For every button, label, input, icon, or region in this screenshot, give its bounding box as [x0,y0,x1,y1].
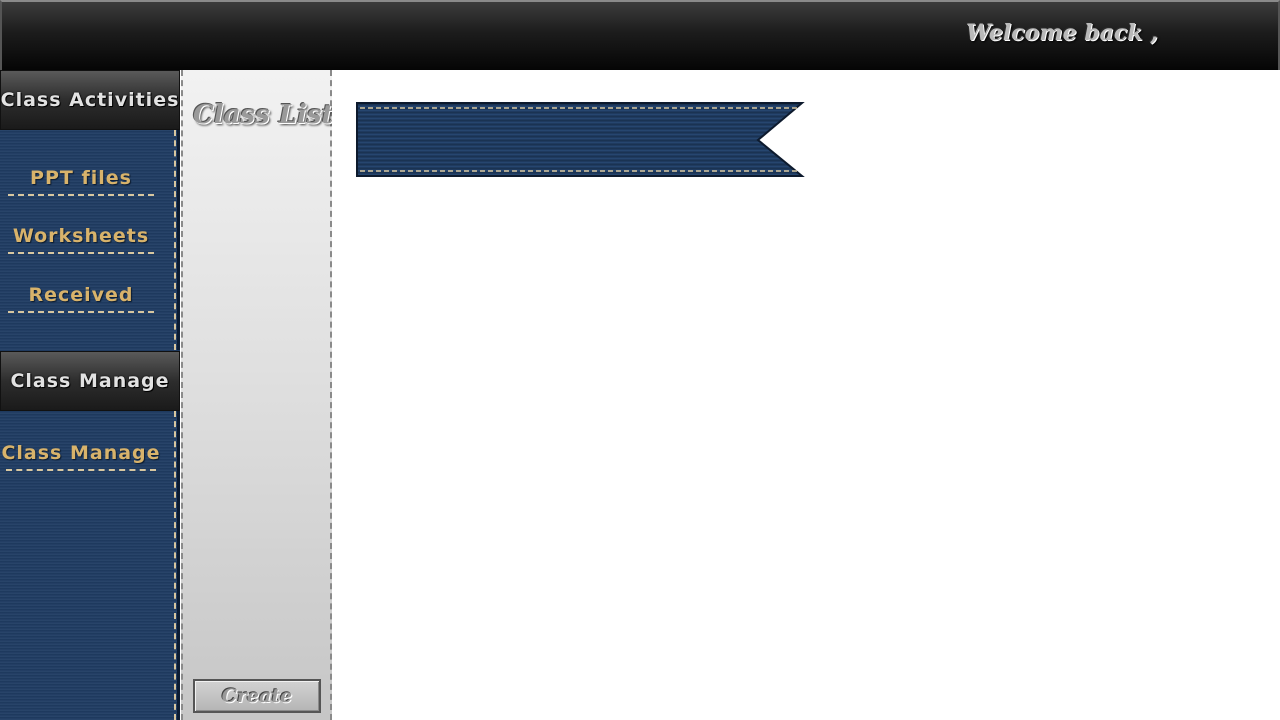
app-window: Welcome back , Class Activities PPT file… [0,0,1280,720]
nav-item-ppt-files[interactable]: PPT files [8,162,154,196]
section-header-class-manage[interactable]: Class Manage [0,351,180,411]
class-list-panel: Class List Create [181,70,334,720]
top-bar: Welcome back , [0,0,1280,70]
welcome-text: Welcome back , [966,20,1158,46]
create-class-button[interactable]: Create [193,679,321,713]
class-list-title: Class List [193,100,334,130]
sidebar: Class Activities PPT files Worksheets Re… [0,70,180,720]
nav-item-label: Worksheets [12,225,150,247]
nav-item-label: Class Manage [1,442,161,464]
nav-item-label: Received [28,284,134,306]
ribbon-shape [356,102,805,177]
class-manage-panel: Class Manage [0,411,180,720]
create-button-label: Create [221,685,293,707]
nav-item-label: PPT files [30,167,132,189]
nav-item-worksheets[interactable]: Worksheets [8,220,154,254]
class-activities-panel: PPT files Worksheets Received [0,130,180,350]
nav-item-received[interactable]: Received [8,279,154,313]
class-banner-ribbon [356,102,805,177]
main-content [332,70,1280,720]
section-title: Class Activities [0,89,180,111]
section-header-class-activities[interactable]: Class Activities [0,70,180,130]
section-title: Class Manage [10,370,170,392]
nav-item-class-manage[interactable]: Class Manage [1,437,160,471]
